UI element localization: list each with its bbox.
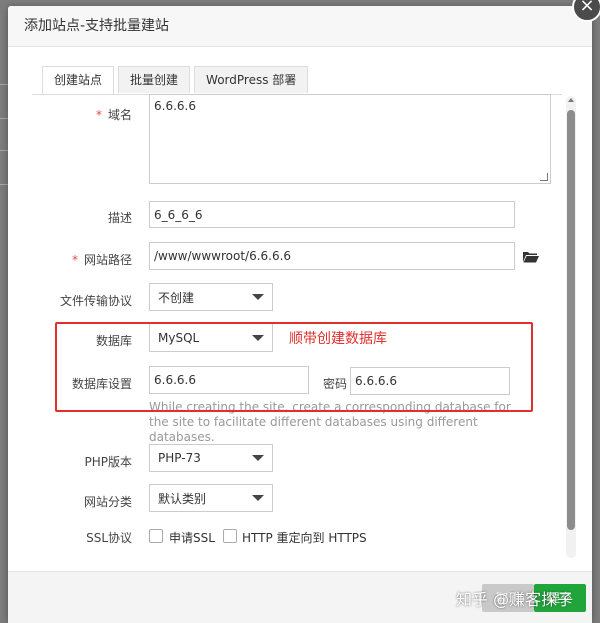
- dialog-title: 添加站点-支持批量建站: [8, 6, 592, 47]
- domain-label: * 域名: [96, 106, 132, 123]
- apply-ssl-label: 申请SSL: [169, 531, 215, 545]
- site-path-label-text: 网站路径: [83, 253, 132, 267]
- chevron-down-icon: [252, 495, 264, 501]
- ftp-select[interactable]: 不创建: [149, 283, 273, 311]
- ftp-label: 文件传输协议: [59, 294, 132, 308]
- resize-grip-icon[interactable]: [540, 173, 548, 181]
- tab-bar: 创建站点 批量创建 WordPress 部署: [42, 66, 312, 94]
- scrollbar-thumb[interactable]: [567, 110, 575, 530]
- folder-icon[interactable]: [523, 251, 539, 263]
- domain-label-text: 域名: [107, 108, 132, 122]
- https-redirect-checkbox[interactable]: [223, 529, 237, 543]
- tab-wordpress-deploy[interactable]: WordPress 部署: [194, 66, 309, 93]
- description-input[interactable]: 6_6_6_6: [149, 201, 515, 228]
- php-selected-value: PHP-73: [158, 451, 201, 465]
- ssl-row: SSL协议 申请SSL HTTP 重定向到 HTTPS: [8, 527, 568, 547]
- required-mark: *: [95, 108, 102, 122]
- chevron-down-icon: [252, 455, 264, 461]
- php-select[interactable]: PHP-73: [149, 444, 273, 472]
- https-redirect-label: HTTP 重定向到 HTTPS: [242, 531, 367, 545]
- description-label: 描述: [107, 211, 132, 225]
- domain-value: 6.6.6.6: [154, 99, 196, 113]
- domain-textarea[interactable]: 6.6.6.6: [149, 94, 551, 184]
- required-mark: *: [71, 253, 78, 267]
- scroll-up-icon[interactable]: [568, 98, 574, 102]
- watermark-text: 知乎 @赚客探子: [456, 590, 574, 609]
- apply-ssl-checkbox[interactable]: [149, 529, 163, 543]
- scrollbar[interactable]: [566, 96, 576, 558]
- add-site-dialog: 添加站点-支持批量建站 × 创建站点 批量创建 WordPress 部署 * 域名…: [8, 0, 600, 623]
- tab-batch-create[interactable]: 批量创建: [118, 66, 191, 93]
- ssl-label: SSL协议: [86, 531, 132, 545]
- annotation-text: 顺带创建数据库: [289, 331, 387, 347]
- category-selected-value: 默认类别: [158, 491, 207, 506]
- tab-create-site[interactable]: 创建站点: [42, 66, 115, 94]
- ftp-selected-value: 不创建: [158, 290, 195, 305]
- category-select[interactable]: 默认类别: [149, 484, 273, 512]
- site-path-label: * 网站路径: [72, 251, 132, 268]
- site-path-input[interactable]: /www/wwwroot/6.6.6.6: [149, 242, 515, 270]
- chevron-down-icon: [252, 294, 264, 300]
- category-label: 网站分类: [83, 495, 132, 509]
- php-label: PHP版本: [84, 455, 133, 469]
